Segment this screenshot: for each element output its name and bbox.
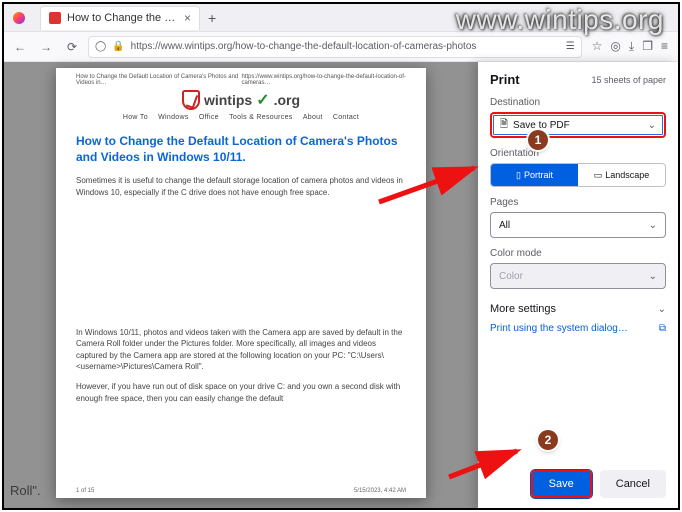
tab-strip: How to Change the Default Lo × + <box>4 4 678 32</box>
orientation-segmented: ▯Portrait ▭Landscape <box>490 163 666 187</box>
destination-value: Save to PDF <box>513 120 570 131</box>
menu-windows: Windows <box>158 114 189 121</box>
sheet-count: 15 sheets of paper <box>591 75 666 85</box>
chevron-down-icon: ⌄ <box>649 220 657 231</box>
url-text: https://www.wintips.org/how-to-change-th… <box>131 41 560 52</box>
landscape-icon: ▭ <box>594 170 603 181</box>
chevron-down-icon: ⌄ <box>658 304 666 315</box>
panel-title: Print <box>490 72 520 87</box>
account-icon[interactable]: ◎ <box>610 39 620 54</box>
callout-badge-1: 1 <box>528 130 548 150</box>
back-button[interactable]: ← <box>10 40 30 54</box>
menu-contact: Contact <box>333 114 359 121</box>
color-select: Color ⌄ <box>490 263 666 289</box>
page-footer-left: 1 of 15 <box>76 488 94 494</box>
orientation-label: Orientation <box>490 148 666 159</box>
firefox-logo-icon <box>4 12 34 24</box>
pdf-icon: 🗎 <box>500 117 508 134</box>
menu-about: About <box>303 114 323 121</box>
lock-icon: 🔒 <box>112 41 124 52</box>
menu-office: Office <box>199 114 219 121</box>
shield-logo-icon <box>182 90 200 110</box>
close-tab-icon[interactable]: × <box>184 11 191 25</box>
pages-label: Pages <box>490 197 666 208</box>
site-menu: How To Windows Office Tools & Resources … <box>76 114 406 121</box>
paragraph-2: In Windows 10/11, photos and videos take… <box>76 327 406 373</box>
destination-select[interactable]: 🗎 Save to PDF ⌄ <box>490 112 666 138</box>
orientation-portrait[interactable]: ▯Portrait <box>491 164 578 186</box>
paragraph-1: Sometimes it is useful to change the def… <box>76 175 406 198</box>
article-title: How to Change the Default Location of Ca… <box>76 133 406 165</box>
app-menu-icon[interactable]: ≡ <box>661 39 668 54</box>
preview-page: How to Change the Default Location of Ca… <box>56 68 426 498</box>
site-name: wintips <box>204 92 252 108</box>
pages-select[interactable]: All ⌄ <box>490 212 666 238</box>
system-dialog-link[interactable]: Print using the system dialog… ⧉ <box>490 323 666 334</box>
menu-tools: Tools & Resources <box>229 114 292 121</box>
portrait-icon: ▯ <box>516 170 521 181</box>
print-preview-area: How to Change the Default Location of Ca… <box>4 62 478 510</box>
pages-value: All <box>499 220 510 231</box>
paragraph-3: However, if you have run out of disk spa… <box>76 381 406 404</box>
main-area: Roll". How to Change the Default Locatio… <box>4 62 678 510</box>
page-header-left: How to Change the Default Location of Ca… <box>76 74 241 86</box>
menu-howto: How To <box>123 114 148 121</box>
shield-icon: ◯ <box>95 41 106 52</box>
reader-icon[interactable]: ☰ <box>566 41 575 52</box>
color-value: Color <box>499 271 523 282</box>
destination-label: Destination <box>490 97 666 108</box>
browser-toolbar: ← → ⟳ ◯ 🔒 https://www.wintips.org/how-to… <box>4 32 678 62</box>
page-header-right: https://www.wintips.org/how-to-change-th… <box>241 74 406 86</box>
extensions-icon[interactable]: ❐ <box>642 39 653 54</box>
reload-button[interactable]: ⟳ <box>62 40 82 54</box>
chevron-down-icon: ⌄ <box>648 120 656 131</box>
download-icon[interactable]: ⤓ <box>629 39 634 54</box>
callout-badge-2: 2 <box>538 430 558 450</box>
external-link-icon: ⧉ <box>659 323 666 334</box>
toolbar-icons: ☆ ◎ ⤓ ❐ ≡ <box>588 39 672 54</box>
chevron-down-icon: ⌄ <box>649 271 657 282</box>
system-dialog-label: Print using the system dialog… <box>490 323 628 334</box>
address-bar[interactable]: ◯ 🔒 https://www.wintips.org/how-to-chang… <box>88 36 582 58</box>
orientation-landscape[interactable]: ▭Landscape <box>578 164 665 186</box>
favicon-icon <box>49 12 61 24</box>
check-icon: ✓ <box>256 90 269 110</box>
forward-button[interactable]: → <box>36 40 56 54</box>
bookmark-icon[interactable]: ☆ <box>592 39 603 54</box>
site-tld: .org <box>274 92 300 108</box>
more-settings-label: More settings <box>490 303 556 315</box>
browser-tab[interactable]: How to Change the Default Lo × <box>40 6 200 30</box>
more-settings[interactable]: More settings ⌄ <box>490 303 666 315</box>
portrait-label: Portrait <box>524 170 553 180</box>
cancel-button[interactable]: Cancel <box>600 470 666 498</box>
color-label: Color mode <box>490 248 666 259</box>
screenshot-frame: How to Change the Default Lo × + ← → ⟳ ◯… <box>2 2 680 510</box>
print-panel: Print 15 sheets of paper Destination 🗎 Sa… <box>478 62 678 510</box>
tab-title: How to Change the Default Lo <box>67 12 178 24</box>
new-tab-button[interactable]: + <box>208 10 216 26</box>
save-button[interactable]: Save <box>531 470 592 498</box>
landscape-label: Landscape <box>605 170 649 180</box>
site-logo: wintips✓ .org <box>182 90 300 110</box>
page-footer-right: 5/15/2023, 4:42 AM <box>354 488 406 494</box>
